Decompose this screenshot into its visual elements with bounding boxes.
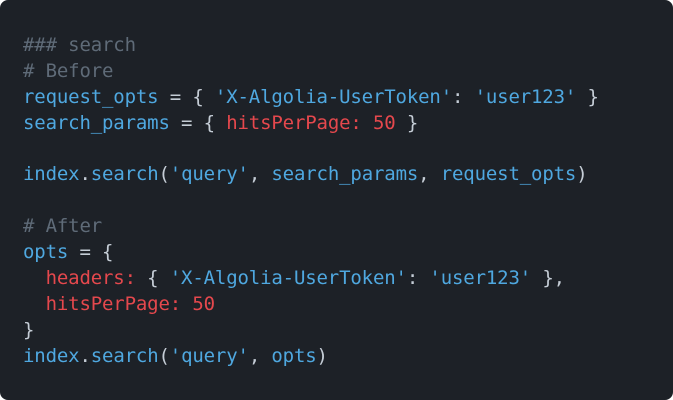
code-token-string: 'query' xyxy=(169,344,249,367)
code-line: index.search('query', search_params, req… xyxy=(23,162,673,188)
code-token-ident: request_opts xyxy=(440,163,577,186)
code-line: search_params = { hitsPerPage: 50 } xyxy=(23,111,673,137)
code-token-punct: = { xyxy=(158,85,215,108)
code-line: # After xyxy=(23,214,673,240)
code-line: hitsPerPage: 50 xyxy=(23,292,673,318)
code-token-punct: ( xyxy=(158,344,170,367)
code-token-punct xyxy=(23,293,46,315)
code-token-punct: } xyxy=(576,85,599,108)
code-token-ident: opts xyxy=(271,344,317,367)
code-token-punct: }, xyxy=(531,267,565,290)
code-token-string: 'user123' xyxy=(474,85,577,108)
code-token-punct: ) xyxy=(576,163,588,186)
code-token-punct: , xyxy=(248,163,272,186)
code-token-key: hitsPerPage: xyxy=(45,292,182,315)
code-token-string: 'X-Algolia-UserToken' xyxy=(169,267,407,290)
code-line: request_opts = { 'X-Algolia-UserToken': … xyxy=(23,85,673,111)
code-token-punct: : xyxy=(406,267,430,290)
code-token-comment: ### search xyxy=(23,34,136,56)
code-token-punct: } xyxy=(395,111,419,134)
code-token-ident: index xyxy=(23,163,80,186)
code-token-punct xyxy=(362,112,373,134)
code-token-punct xyxy=(23,267,46,289)
code-token-key: hitsPerPage: xyxy=(226,111,362,134)
code-token-ident: search xyxy=(90,163,159,186)
code-token-string: 'user123' xyxy=(429,267,532,290)
code-line: opts = { xyxy=(23,240,673,266)
code-token-ident: search_params xyxy=(271,163,419,186)
code-token-punct: ) xyxy=(316,344,328,367)
code-token-key: headers: xyxy=(45,267,136,290)
code-token-comment: # After xyxy=(23,215,103,238)
code-token-punct: { xyxy=(135,267,170,290)
code-snippet-panel: ### search # Before request_opts = { 'X-Al… xyxy=(0,0,673,400)
code-token-punct xyxy=(181,293,192,315)
code-block: ### search # Before request_opts = { 'X-Al… xyxy=(23,33,673,370)
code-token-ident: index xyxy=(23,344,80,367)
code-token-punct: . xyxy=(79,163,91,186)
code-token-punct: = { xyxy=(169,111,227,134)
code-line: } xyxy=(23,318,673,344)
code-token-punct: , xyxy=(248,344,272,367)
code-token-string: 'query' xyxy=(169,163,249,186)
code-token-punct: } xyxy=(23,318,35,341)
code-line: headers: { 'X-Algolia-UserToken': 'user1… xyxy=(23,266,673,292)
code-token-ident: search_params xyxy=(23,111,170,134)
code-token-punct: = { xyxy=(68,241,114,264)
code-line: # Before xyxy=(23,59,673,85)
code-token-ident: search xyxy=(90,344,159,367)
code-token-punct: ( xyxy=(158,163,170,186)
code-token-number: 50 xyxy=(192,292,215,315)
code-token-punct: . xyxy=(79,344,91,367)
code-token-string: 'X-Algolia-UserToken' xyxy=(214,85,452,108)
code-token-ident: opts xyxy=(23,241,69,264)
code-token-number: 50 xyxy=(372,111,396,134)
code-line: index.search('query', opts) xyxy=(23,344,673,370)
code-token-punct: : xyxy=(452,85,475,108)
code-line: ### search xyxy=(23,33,673,59)
code-token-comment: # Before xyxy=(23,59,114,82)
code-token-ident: request_opts xyxy=(23,85,159,108)
code-token-punct: , xyxy=(418,163,441,186)
